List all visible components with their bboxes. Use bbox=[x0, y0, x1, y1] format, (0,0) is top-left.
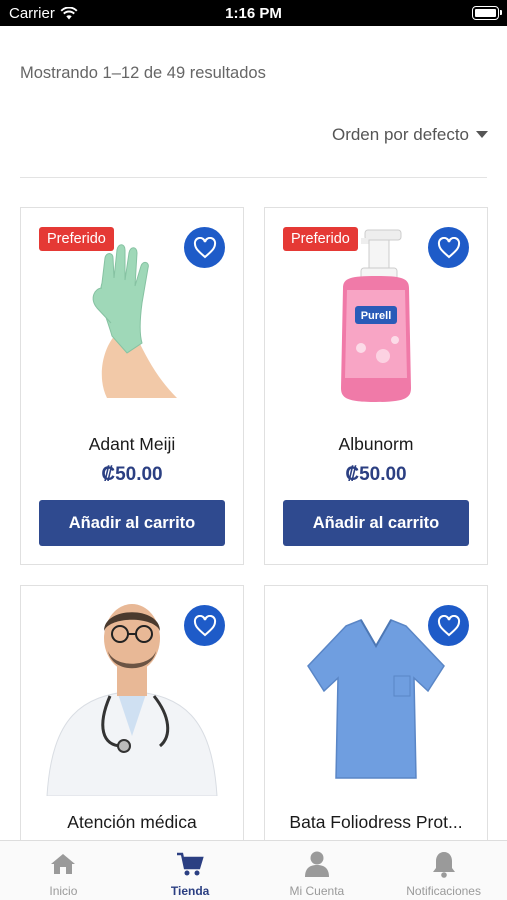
tab-label: Tienda bbox=[170, 884, 210, 898]
tab-tienda[interactable]: Tienda bbox=[127, 841, 254, 900]
bell-icon bbox=[431, 849, 457, 879]
product-name[interactable]: Albunorm bbox=[265, 434, 487, 455]
tab-label: Notificaciones bbox=[406, 884, 481, 898]
status-bar: Carrier 1:16 PM bbox=[0, 0, 507, 26]
product-price: ₡50.00 bbox=[101, 464, 163, 485]
product-card[interactable]: Preferido Purell Albunorm ₡50.00 Añadir … bbox=[264, 207, 488, 565]
status-time: 1:16 PM bbox=[225, 5, 282, 22]
product-name[interactable]: Atención médica bbox=[21, 812, 243, 833]
tab-label: Mi Cuenta bbox=[289, 884, 345, 898]
product-price: ₡50.00 bbox=[345, 464, 407, 485]
tab-notificaciones[interactable]: Notificaciones bbox=[380, 841, 507, 900]
preferred-badge: Preferido bbox=[283, 227, 358, 251]
preferred-badge: Preferido bbox=[39, 227, 114, 251]
heart-icon[interactable] bbox=[428, 605, 469, 646]
product-name[interactable]: Adant Meiji bbox=[21, 434, 243, 455]
product-card[interactable]: Bata Foliodress Prot... bbox=[264, 585, 488, 845]
sort-dropdown[interactable]: Orden por defecto bbox=[332, 125, 469, 145]
heart-icon[interactable] bbox=[184, 605, 225, 646]
divider bbox=[20, 177, 487, 178]
svg-text:Purell: Purell bbox=[361, 310, 392, 322]
sort-selected: Orden por defecto bbox=[331, 125, 469, 144]
user-icon bbox=[304, 849, 330, 879]
tab-label: Inicio bbox=[49, 884, 78, 898]
home-icon bbox=[49, 849, 77, 879]
add-to-cart-button[interactable]: Añadir al carrito bbox=[39, 500, 225, 546]
product-card[interactable]: Atención médica bbox=[20, 585, 244, 845]
product-card[interactable]: Preferido Adant Meiji ₡50.00 Añadir al c… bbox=[20, 207, 244, 565]
heart-icon[interactable] bbox=[184, 227, 225, 268]
heart-icon[interactable] bbox=[428, 227, 469, 268]
tab-inicio[interactable]: Inicio bbox=[0, 841, 127, 900]
results-count: Mostrando 1–12 de 49 resultados bbox=[20, 64, 266, 82]
caret-down-icon[interactable] bbox=[476, 131, 488, 138]
battery-icon bbox=[472, 6, 502, 20]
add-to-cart-button[interactable]: Añadir al carrito bbox=[283, 500, 469, 546]
bottom-tab-bar: Inicio Tienda Mi Cuenta Notificaciones bbox=[0, 840, 507, 900]
tab-mi-cuenta[interactable]: Mi Cuenta bbox=[254, 841, 381, 900]
product-name[interactable]: Bata Foliodress Prot... bbox=[265, 812, 487, 833]
cart-icon bbox=[176, 849, 204, 879]
